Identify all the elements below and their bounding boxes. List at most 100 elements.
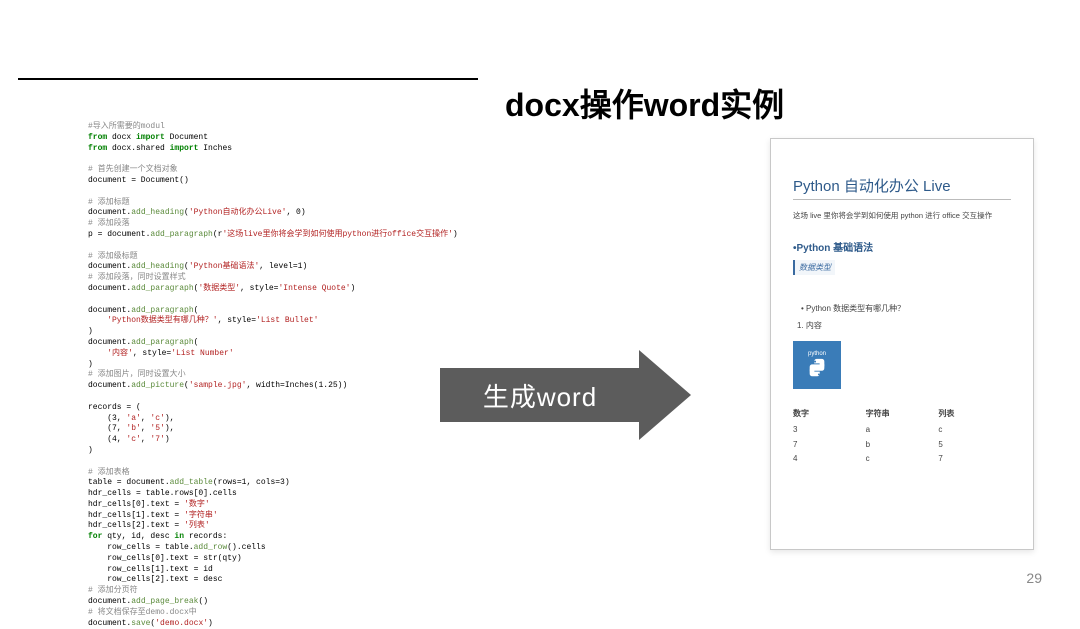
code-text: row_cells[0].text = str(qty) bbox=[88, 554, 242, 563]
code-text: ( bbox=[194, 306, 199, 315]
code-text: ), bbox=[165, 424, 175, 433]
doc-bullet-item: • Python 数据类型有哪几种？ bbox=[801, 303, 1011, 314]
doc-number-item: 1. 内容 bbox=[797, 320, 1011, 331]
code-string: 'Python数据类型有哪几种？' bbox=[107, 316, 217, 325]
code-text: , level=1) bbox=[259, 262, 307, 271]
code-keyword: for bbox=[88, 532, 102, 541]
code-text: document. bbox=[88, 619, 131, 628]
code-text: document. bbox=[88, 381, 131, 390]
table-col: 数字 3 7 4 bbox=[793, 407, 866, 467]
code-text: ) bbox=[165, 435, 170, 444]
code-text: ( bbox=[194, 338, 199, 347]
table-cell: 4 bbox=[793, 452, 866, 466]
code-text: , 0) bbox=[286, 208, 305, 217]
code-text: , width=Inches(1.25)) bbox=[246, 381, 347, 390]
code-comment: # 添加级标题 bbox=[88, 252, 138, 261]
code-string: 'List Number' bbox=[171, 349, 233, 358]
code-keyword: in bbox=[174, 532, 184, 541]
slide-title: docx操作word实例 bbox=[505, 80, 784, 126]
code-string: 'c' bbox=[126, 435, 140, 444]
code-text: ) bbox=[453, 230, 458, 239]
code-call: save bbox=[131, 619, 150, 628]
table-col: 字符串 a b c bbox=[866, 407, 939, 467]
code-comment: # 首先创建一个文档对象 bbox=[88, 165, 178, 174]
code-text: ) bbox=[88, 327, 93, 336]
table-cell: a bbox=[866, 423, 939, 437]
table-cell: 7 bbox=[793, 438, 866, 452]
doc-heading-text: Python 基础语法 bbox=[797, 243, 874, 254]
code-text: (rows=1, cols=3) bbox=[213, 478, 290, 487]
code-comment: #导入所需要的modul bbox=[88, 122, 165, 131]
code-text: qty, id, desc bbox=[102, 532, 174, 541]
code-text: , bbox=[141, 435, 151, 444]
code-text bbox=[88, 316, 107, 325]
code-text: hdr_cells[2].text = bbox=[88, 521, 184, 530]
code-keyword: from bbox=[88, 144, 107, 153]
code-text: document. bbox=[88, 208, 131, 217]
code-text: , style= bbox=[240, 284, 278, 293]
python-icon bbox=[806, 357, 828, 379]
code-call: add_heading bbox=[131, 208, 184, 217]
code-text: p = document. bbox=[88, 230, 150, 239]
code-comment: # 添加图片，同时设置大小 bbox=[88, 370, 186, 379]
code-string: 'a' bbox=[126, 414, 140, 423]
code-text: document. bbox=[88, 284, 131, 293]
code-text: row_cells[1].text = id bbox=[88, 565, 213, 574]
table-cell: c bbox=[866, 452, 939, 466]
code-string: '数据类型' bbox=[198, 284, 240, 293]
code-text: Inches bbox=[198, 144, 232, 153]
code-comment: # 添加段落 bbox=[88, 219, 130, 228]
code-string: 'sample.jpg' bbox=[189, 381, 247, 390]
doc-paragraph: 这场 live 里你将会学到如何使用 python 进行 office 交互操作 bbox=[793, 210, 1011, 221]
code-text: records: bbox=[184, 532, 227, 541]
code-text: ().cells bbox=[227, 543, 265, 552]
code-call: add_heading bbox=[131, 262, 184, 271]
doc-intense-quote: 数据类型 bbox=[793, 260, 835, 275]
code-text: docx bbox=[107, 133, 136, 142]
code-text: ) bbox=[88, 446, 93, 455]
doc-image-python-logo: python bbox=[793, 341, 841, 389]
code-text: row_cells[2].text = desc bbox=[88, 575, 222, 584]
code-text: , bbox=[141, 424, 151, 433]
code-text: (3, bbox=[88, 414, 126, 423]
code-text: document. bbox=[88, 338, 131, 347]
code-call: add_paragraph bbox=[131, 338, 193, 347]
table-cell: c bbox=[938, 423, 1011, 437]
code-string: 'List Bullet' bbox=[256, 316, 318, 325]
code-block: #导入所需要的modul from docx import Document f… bbox=[88, 122, 428, 629]
code-text: ) bbox=[88, 360, 93, 369]
table-cell: b bbox=[866, 438, 939, 452]
code-comment: # 将文档保存至demo.docx中 bbox=[88, 608, 197, 617]
code-call: add_table bbox=[170, 478, 213, 487]
doc-title: Python 自动化办公 Live bbox=[793, 175, 1011, 200]
code-call: add_paragraph bbox=[131, 284, 193, 293]
code-text: ) bbox=[208, 619, 213, 628]
code-call: add_row bbox=[194, 543, 228, 552]
code-comment: # 添加表格 bbox=[88, 468, 130, 477]
code-text: document. bbox=[88, 306, 131, 315]
word-document-preview: Python 自动化办公 Live 这场 live 里你将会学到如何使用 pyt… bbox=[770, 138, 1034, 550]
arrow: 生成word bbox=[440, 350, 700, 440]
code-text: Document bbox=[165, 133, 208, 142]
code-keyword: import bbox=[136, 133, 165, 142]
code-text: (r bbox=[213, 230, 223, 239]
arrow-label: 生成word bbox=[440, 368, 640, 422]
code-string: 'Intense Quote' bbox=[278, 284, 350, 293]
code-text: document. bbox=[88, 262, 131, 271]
code-text: , bbox=[141, 414, 151, 423]
code-call: add_paragraph bbox=[150, 230, 212, 239]
code-text: () bbox=[198, 597, 208, 606]
table-cell: 3 bbox=[793, 423, 866, 437]
table-cell: 7 bbox=[938, 452, 1011, 466]
code-text: (4, bbox=[88, 435, 126, 444]
code-text: row_cells = table. bbox=[88, 543, 194, 552]
code-text: hdr_cells[0].text = bbox=[88, 500, 184, 509]
code-string: '5' bbox=[150, 424, 164, 433]
code-string: '这场live里你将会学到如何使用python进行office交互操作' bbox=[222, 230, 452, 239]
code-string: '7' bbox=[150, 435, 164, 444]
horizontal-rule bbox=[18, 78, 478, 80]
code-string: 'Python自动化办公Live' bbox=[189, 208, 287, 217]
code-string: '字符串' bbox=[184, 511, 218, 520]
code-call: add_picture bbox=[131, 381, 184, 390]
code-keyword: import bbox=[170, 144, 199, 153]
